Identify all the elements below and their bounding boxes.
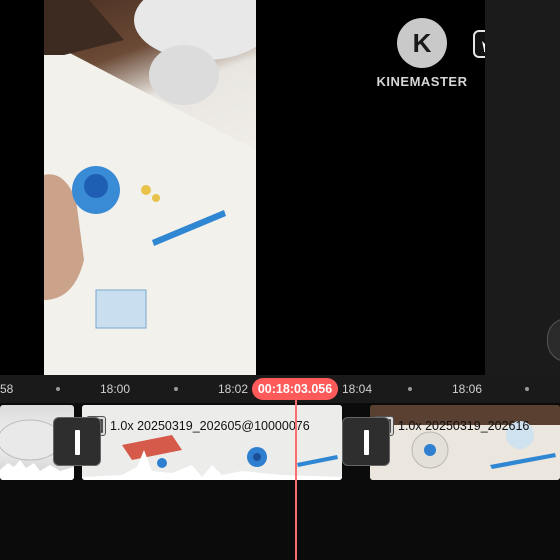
transition-icon: [75, 430, 80, 455]
ruler-dot: [56, 387, 60, 391]
transition-icon: [364, 430, 369, 455]
video-frame-image: [44, 0, 256, 375]
logo-letter: K: [412, 28, 432, 58]
transition-button[interactable]: [53, 417, 101, 466]
clip-label: 1.0x 20250319_202616: [398, 419, 530, 433]
preview-area: K KINEMASTER: [0, 0, 506, 375]
ruler-label: 18:00: [100, 382, 131, 396]
video-track: 1.0x 20250319_202605@10000076 1.0x 20250…: [0, 405, 560, 480]
ruler-label: 18:02: [218, 382, 249, 396]
timeline[interactable]: 58 18:00 18:02 18:04 18:06 00:18:03.056: [0, 375, 560, 560]
side-toolbar-panel: [485, 0, 560, 375]
playhead-line[interactable]: [295, 400, 297, 560]
ruler-dot: [525, 387, 529, 391]
kinemaster-logo-icon: K: [397, 18, 447, 68]
ruler-label: 58: [0, 382, 14, 396]
clip-label: 1.0x 20250319_202605@10000076: [110, 419, 310, 433]
time-ruler[interactable]: 58 18:00 18:02 18:04 18:06 00:18:03.056: [0, 375, 560, 403]
ruler-dot: [174, 387, 178, 391]
ruler-label: 18:04: [342, 382, 373, 396]
transition-button[interactable]: [342, 417, 390, 466]
playhead-timecode: 00:18:03.056: [252, 378, 338, 400]
timeline-clip[interactable]: 1.0x 20250319_202605@10000076: [82, 405, 342, 480]
kinemaster-watermark: K KINEMASTER: [376, 18, 468, 93]
ruler-label: 18:06: [452, 382, 483, 396]
ruler-dot: [408, 387, 412, 391]
kinemaster-editor: K KINEMASTER 58 18:00 18:02 18:04 18:06 …: [0, 0, 560, 560]
timeline-clip[interactable]: 1.0x 20250319_202616: [370, 405, 560, 480]
watermark-brand-text: KINEMASTER: [376, 74, 468, 89]
video-preview-frame[interactable]: [44, 0, 256, 375]
